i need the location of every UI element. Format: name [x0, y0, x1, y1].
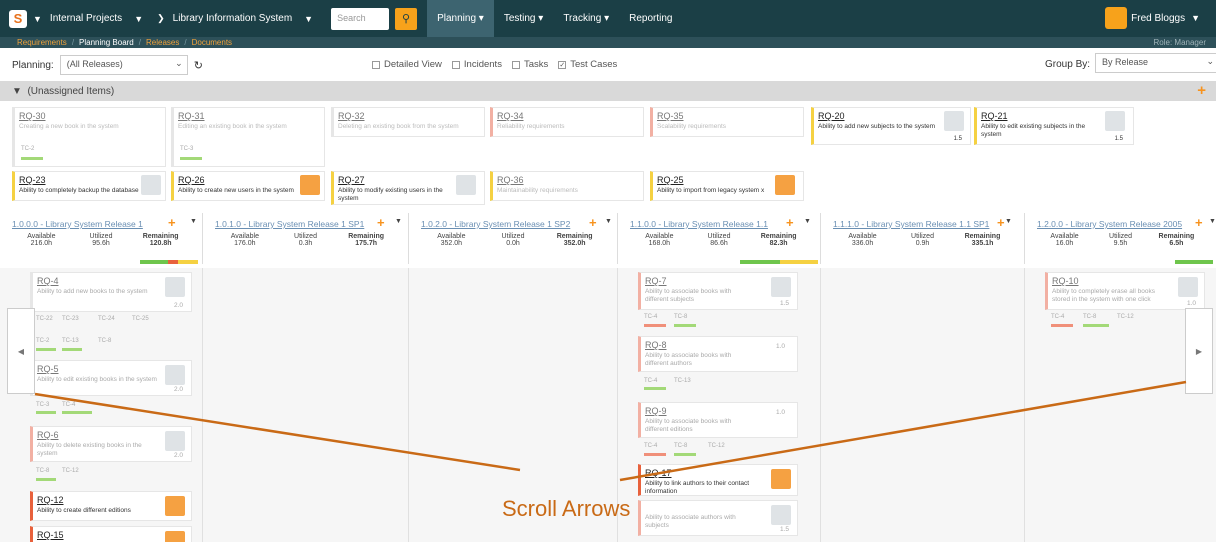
annotation-lines	[34, 380, 1187, 482]
scroll-arrows-annotation: Scroll Arrows	[502, 496, 631, 521]
